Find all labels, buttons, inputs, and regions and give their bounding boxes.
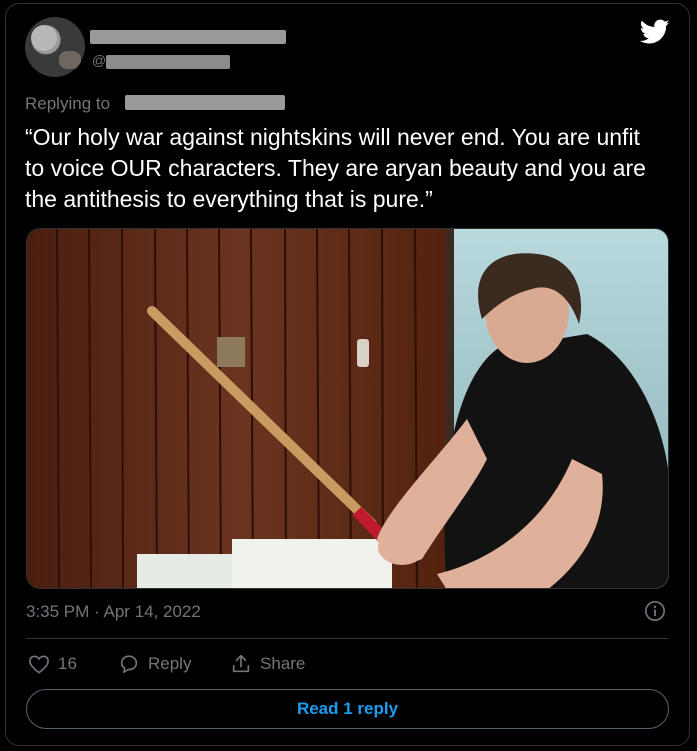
like-count: 16 [58, 654, 77, 673]
twitter-bird-icon[interactable] [640, 19, 670, 45]
avatar-face [31, 25, 57, 51]
replying-to-handle-redacted[interactable] [125, 95, 285, 110]
avatar[interactable] [25, 17, 85, 77]
tweet-text: “Our holy war against nightskins will ne… [25, 124, 646, 212]
share-button[interactable]: Share [230, 652, 305, 676]
author-display-name-redacted[interactable] [90, 30, 286, 44]
avatar-detail [59, 51, 81, 69]
author-handle-redacted[interactable] [106, 55, 230, 69]
replying-to-label: Replying to [25, 94, 111, 113]
photo-illustration [27, 229, 668, 588]
author-handle-prefix: @ [92, 52, 107, 68]
divider [26, 638, 669, 639]
share-icon [232, 654, 250, 673]
heart-icon [29, 655, 49, 674]
tweet-media-photo[interactable] [26, 228, 669, 589]
reply-bubble-icon [120, 655, 138, 674]
tweet-timestamp[interactable]: 3:35 PM · Apr 14, 2022 [26, 602, 201, 622]
reply-button[interactable]: Reply [118, 652, 191, 676]
info-icon[interactable] [644, 600, 666, 622]
reply-label: Reply [148, 654, 192, 673]
read-replies-button[interactable]: Read 1 reply [26, 689, 669, 729]
share-label: Share [260, 654, 306, 673]
like-button[interactable]: 16 [28, 652, 77, 676]
